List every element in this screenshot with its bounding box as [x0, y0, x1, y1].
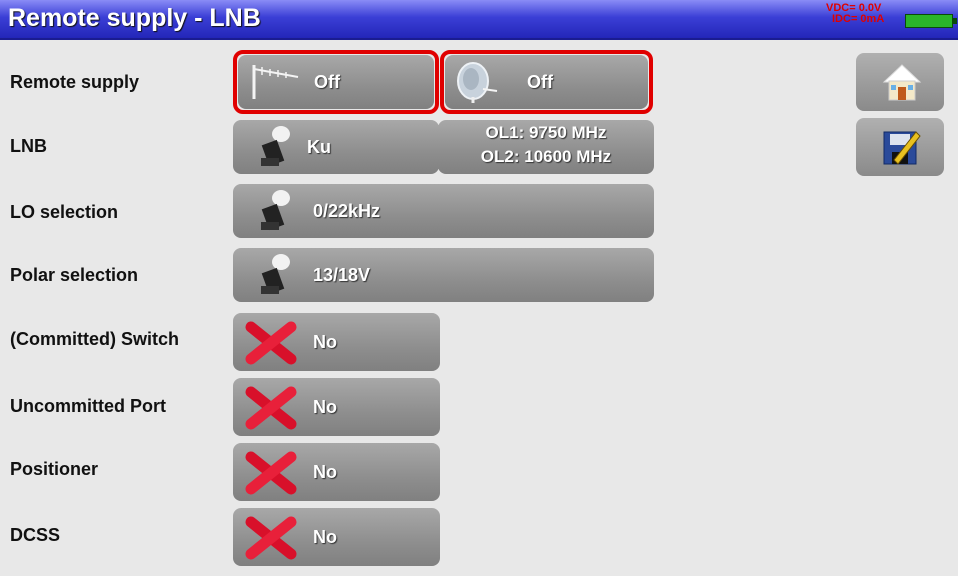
dcss-value: No [313, 527, 337, 547]
label-lo-selection: LO selection [10, 202, 119, 222]
red-x-icon [245, 451, 297, 495]
committed-switch-value: No [313, 332, 337, 352]
battery-icon [905, 14, 957, 28]
ol2-value: OL2: 10600 MHz [480, 147, 612, 166]
title-bar: Remote supply - LNB VDC= 0.0V IDC= 0mA [0, 0, 958, 40]
label-committed-switch: (Committed) Switch [10, 329, 179, 349]
red-x-icon [245, 516, 297, 560]
lo-selection-value: 0/22kHz [313, 201, 381, 221]
lnb-oscillator-info: OL1: 9750 MHz OL2: 10600 MHz [438, 120, 654, 174]
lo-selection-button[interactable]: 0/22kHz [233, 184, 654, 238]
lnb-value: Ku [307, 137, 331, 157]
lnb-icon [261, 126, 290, 167]
label-dcss: DCSS [10, 525, 61, 545]
lnb-button[interactable]: Ku [233, 120, 439, 174]
positioner-value: No [313, 462, 337, 482]
label-lnb: LNB [10, 136, 47, 156]
terrestrial-supply-highlight [233, 50, 439, 114]
red-x-icon [245, 321, 297, 365]
positioner-button[interactable]: No [233, 443, 440, 501]
polar-selection-button[interactable]: 13/18V [233, 248, 654, 302]
uncommitted-port-button[interactable]: No [233, 378, 440, 436]
label-polar-selection: Polar selection [10, 265, 139, 285]
dcss-button[interactable]: No [233, 508, 440, 566]
home-icon [882, 64, 922, 101]
lnb-icon [261, 254, 290, 295]
label-remote-supply: Remote supply [10, 72, 140, 92]
label-positioner: Positioner [10, 459, 99, 479]
save-edit-button[interactable] [856, 118, 944, 176]
ol1-value: OL1: 9750 MHz [485, 123, 607, 142]
uncommitted-port-value: No [313, 397, 337, 417]
satellite-supply-highlight [440, 50, 653, 114]
idc-readout: IDC= 0mA [832, 13, 885, 25]
committed-switch-button[interactable]: No [233, 313, 440, 371]
red-x-icon [245, 386, 297, 430]
lnb-icon [261, 190, 290, 231]
home-button[interactable] [856, 53, 944, 111]
polar-selection-value: 13/18V [313, 265, 371, 285]
save-edit-icon [883, 131, 921, 165]
page-title: Remote supply - LNB [8, 4, 261, 32]
label-uncommitted-port: Uncommitted Port [10, 396, 167, 416]
